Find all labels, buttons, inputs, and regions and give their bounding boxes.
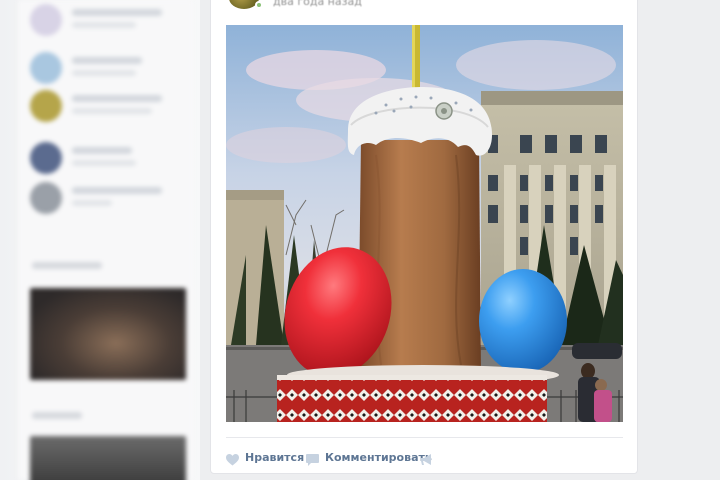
- avatar: [30, 90, 62, 122]
- avatar: [30, 182, 62, 214]
- left-sidebar-content: [18, 0, 193, 480]
- section-title: [32, 262, 102, 269]
- blurred-photo: [30, 288, 186, 380]
- friend-item: [30, 86, 180, 126]
- megaphone-icon: [421, 451, 434, 465]
- avatar: [30, 52, 62, 84]
- online-indicator: [255, 1, 263, 9]
- avatar: [30, 4, 62, 36]
- wall-post: два года назад Нравится Комментировать: [210, 0, 638, 474]
- avatar: [30, 142, 62, 174]
- photo-image: [226, 25, 623, 422]
- actions-divider: [226, 437, 623, 438]
- post-header: два года назад: [229, 0, 529, 15]
- section-title: [32, 412, 82, 419]
- like-button[interactable]: Нравится: [226, 443, 304, 471]
- friend-item: [30, 138, 180, 178]
- share-button[interactable]: [421, 443, 434, 471]
- post-date[interactable]: два года назад: [273, 0, 362, 8]
- blurred-photo: [30, 436, 186, 480]
- left-sidebar-blurred: [0, 0, 200, 480]
- right-background: [640, 0, 720, 480]
- post-photo[interactable]: [226, 25, 623, 422]
- like-label: Нравится: [245, 450, 305, 464]
- comment-label: Комментировать: [325, 450, 432, 464]
- post-actions: Нравится Комментировать: [226, 443, 623, 471]
- comment-icon: [306, 451, 319, 466]
- heart-icon: [226, 451, 239, 466]
- friend-item: [30, 48, 180, 88]
- friend-item: [30, 178, 180, 218]
- comment-button[interactable]: Комментировать: [306, 443, 432, 471]
- friend-item: [30, 0, 180, 40]
